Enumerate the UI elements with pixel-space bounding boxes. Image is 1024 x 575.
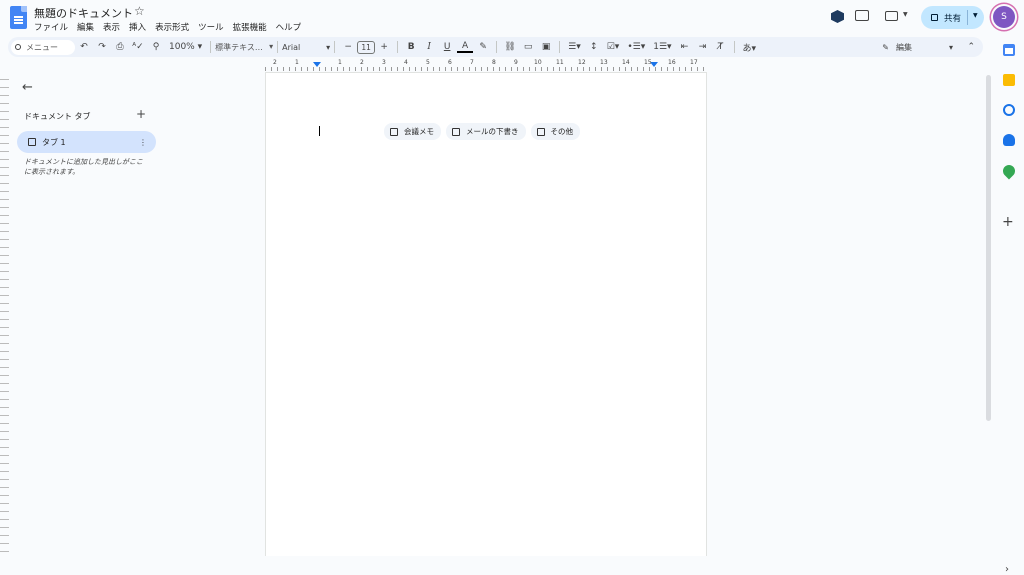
highlight-color-icon[interactable]: ✎ bbox=[475, 39, 491, 55]
menu-format[interactable]: 表示形式 bbox=[155, 21, 189, 33]
redo-icon[interactable]: ↷ bbox=[94, 39, 110, 55]
contacts-icon[interactable] bbox=[1003, 134, 1015, 146]
line-spacing-icon[interactable]: ↕ bbox=[586, 39, 602, 55]
meet-icon[interactable] bbox=[885, 11, 898, 21]
hide-menus-chevron-up-icon[interactable]: ⌃ bbox=[967, 42, 975, 52]
pencil-icon: ✎ bbox=[882, 42, 889, 52]
chevron-down-icon: ▾ bbox=[948, 42, 953, 52]
checklist-icon[interactable]: ☑▾ bbox=[604, 39, 623, 55]
underline-icon[interactable]: U bbox=[439, 39, 455, 55]
tabs-header: ドキュメント タブ bbox=[24, 112, 91, 121]
menu-insert[interactable]: 挿入 bbox=[129, 21, 146, 33]
left-indent-marker[interactable] bbox=[313, 62, 321, 67]
share-dropdown-icon[interactable]: ▼ bbox=[973, 12, 978, 19]
insert-image-icon[interactable]: ▣ bbox=[538, 39, 554, 55]
menu-search[interactable]: メニュー bbox=[11, 39, 75, 55]
title-bar: 無題のドキュメント ☆ ファイル 編集 表示 挿入 表示形式 ツール 拡張機能 … bbox=[0, 0, 1015, 36]
text-color-icon[interactable]: A bbox=[457, 41, 474, 53]
chip-email-draft[interactable]: メールの下書き bbox=[446, 123, 526, 140]
zoom-dropdown[interactable]: 100% ▾ bbox=[166, 39, 205, 55]
comment-history-icon[interactable] bbox=[855, 10, 869, 21]
tab-document-icon bbox=[28, 138, 36, 146]
keep-icon[interactable] bbox=[1003, 74, 1015, 86]
avatar[interactable]: S bbox=[993, 6, 1015, 28]
tab-label: タブ 1 bbox=[42, 137, 66, 147]
clear-formatting-icon[interactable]: T̸ bbox=[713, 39, 729, 55]
paint-format-icon[interactable]: ⚲ bbox=[148, 39, 164, 55]
side-panel-rail: + › bbox=[994, 36, 1024, 575]
bulleted-list-icon[interactable]: •☰▾ bbox=[624, 39, 648, 55]
document-page[interactable]: 会議メモ メールの下書き その他 bbox=[265, 72, 707, 556]
decrease-font-size-button[interactable]: − bbox=[340, 39, 356, 55]
maps-icon[interactable] bbox=[1000, 162, 1018, 180]
paragraph-style-dropdown[interactable]: 標準テキス… ▾ bbox=[215, 42, 273, 53]
email-icon bbox=[452, 127, 460, 136]
vertical-scrollbar[interactable] bbox=[986, 75, 991, 421]
bold-icon[interactable]: B bbox=[403, 39, 419, 55]
menu-help[interactable]: ヘルプ bbox=[276, 21, 302, 33]
menu-edit[interactable]: 編集 bbox=[77, 21, 94, 33]
menu-file[interactable]: ファイル bbox=[34, 21, 68, 33]
toolbar: メニュー ↶ ↷ ⎙ ᴬ✓ ⚲ 100% ▾ 標準テキス… ▾ Arial ▾ − … bbox=[8, 37, 983, 57]
chip-more[interactable]: その他 bbox=[530, 123, 580, 140]
increase-indent-icon[interactable]: ⇥ bbox=[695, 39, 711, 55]
meet-dropdown-icon[interactable]: ▼ bbox=[903, 11, 908, 18]
chip-meeting-notes[interactable]: 会議メモ bbox=[384, 123, 441, 140]
extension-icon[interactable] bbox=[831, 10, 844, 23]
undo-icon[interactable]: ↶ bbox=[76, 39, 92, 55]
outline-hint: ドキュメントに追加した見出しがここに表示されます。 bbox=[24, 158, 143, 176]
more-templates-icon bbox=[536, 127, 545, 136]
horizontal-ruler: 2 1 1 2 3 4 5 6 7 8 9 10 11 12 13 14 15 … bbox=[265, 59, 707, 71]
insert-comment-icon[interactable]: ▭ bbox=[520, 39, 536, 55]
print-icon[interactable]: ⎙ bbox=[112, 39, 128, 55]
lock-icon bbox=[931, 14, 938, 21]
tab-item-1[interactable]: タブ 1 ⋮ bbox=[17, 131, 156, 153]
docs-logo-icon[interactable] bbox=[10, 6, 27, 29]
document-title[interactable]: 無題のドキュメント bbox=[34, 5, 133, 21]
increase-font-size-button[interactable]: + bbox=[376, 39, 392, 55]
menu-extensions[interactable]: 拡張機能 bbox=[233, 21, 267, 33]
spellcheck-icon[interactable]: ᴬ✓ bbox=[130, 39, 146, 55]
search-icon bbox=[15, 44, 21, 50]
tasks-icon[interactable] bbox=[1003, 104, 1015, 116]
input-tools-icon[interactable]: あ▾ bbox=[740, 39, 760, 55]
vertical-ruler bbox=[0, 72, 9, 556]
smart-chips: 会議メモ メールの下書き その他 bbox=[384, 123, 580, 140]
italic-icon[interactable]: I bbox=[421, 39, 437, 55]
insert-link-icon[interactable]: ⛓ bbox=[502, 39, 518, 55]
font-dropdown[interactable]: Arial ▾ bbox=[282, 43, 330, 52]
editing-mode-dropdown[interactable]: ✎ 編集 ▾ bbox=[882, 42, 953, 53]
numbered-list-icon[interactable]: 1☰▾ bbox=[650, 39, 674, 55]
add-addon-icon[interactable]: + bbox=[1002, 214, 1014, 230]
share-label: 共有 bbox=[944, 13, 962, 24]
align-dropdown-icon[interactable]: ☰▾ bbox=[565, 39, 584, 55]
menu-tools[interactable]: ツール bbox=[198, 21, 224, 33]
text-cursor bbox=[319, 126, 320, 136]
search-placeholder: メニュー bbox=[26, 42, 58, 52]
calendar-icon[interactable] bbox=[1003, 44, 1015, 56]
decrease-indent-icon[interactable]: ⇤ bbox=[677, 39, 693, 55]
star-icon[interactable]: ☆ bbox=[134, 4, 145, 18]
font-size-input[interactable]: 11 bbox=[357, 40, 376, 54]
document-icon bbox=[390, 127, 398, 136]
menu-view[interactable]: 表示 bbox=[103, 21, 120, 33]
menu-bar: ファイル 編集 表示 挿入 表示形式 ツール 拡張機能 ヘルプ bbox=[34, 21, 301, 33]
show-side-panel-chevron-icon[interactable]: › bbox=[1005, 564, 1009, 575]
back-arrow-icon[interactable]: ← bbox=[22, 80, 33, 95]
add-tab-icon[interactable]: + bbox=[136, 107, 146, 121]
share-button[interactable]: 共有 ▼ bbox=[921, 6, 984, 29]
more-vert-icon[interactable]: ⋮ bbox=[139, 138, 147, 147]
